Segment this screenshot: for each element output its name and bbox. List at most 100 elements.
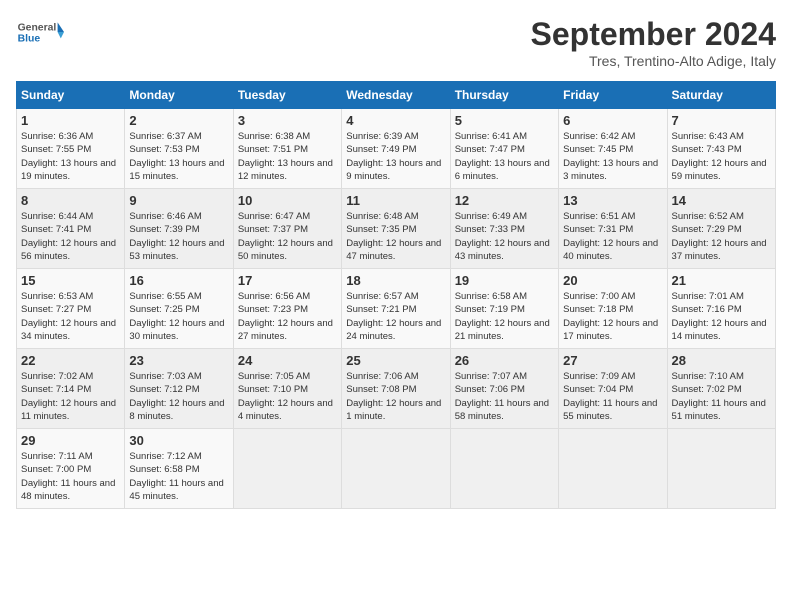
calendar-cell: 29 Sunrise: 7:11 AMSunset: 7:00 PMDaylig…	[17, 429, 125, 509]
calendar-cell	[342, 429, 450, 509]
calendar-cell: 16 Sunrise: 6:55 AMSunset: 7:25 PMDaylig…	[125, 269, 233, 349]
calendar-cell	[559, 429, 667, 509]
day-number: 28	[672, 353, 771, 368]
day-info: Sunrise: 7:00 AMSunset: 7:18 PMDaylight:…	[563, 291, 658, 342]
day-info: Sunrise: 6:38 AMSunset: 7:51 PMDaylight:…	[238, 131, 333, 182]
calendar-header-row: SundayMondayTuesdayWednesdayThursdayFrid…	[17, 82, 776, 109]
day-info: Sunrise: 7:11 AMSunset: 7:00 PMDaylight:…	[21, 451, 115, 502]
calendar-cell: 21 Sunrise: 7:01 AMSunset: 7:16 PMDaylig…	[667, 269, 775, 349]
calendar-cell	[450, 429, 558, 509]
day-number: 9	[129, 193, 228, 208]
svg-text:Blue: Blue	[18, 34, 41, 45]
day-number: 23	[129, 353, 228, 368]
calendar-cell: 17 Sunrise: 6:56 AMSunset: 7:23 PMDaylig…	[233, 269, 341, 349]
day-number: 7	[672, 113, 771, 128]
header-thursday: Thursday	[450, 82, 558, 109]
svg-text:General: General	[18, 22, 57, 33]
header-wednesday: Wednesday	[342, 82, 450, 109]
day-info: Sunrise: 7:10 AMSunset: 7:02 PMDaylight:…	[672, 371, 766, 422]
calendar-cell: 22 Sunrise: 7:02 AMSunset: 7:14 PMDaylig…	[17, 349, 125, 429]
day-info: Sunrise: 6:49 AMSunset: 7:33 PMDaylight:…	[455, 211, 550, 262]
day-number: 2	[129, 113, 228, 128]
day-number: 29	[21, 433, 120, 448]
header-friday: Friday	[559, 82, 667, 109]
day-number: 20	[563, 273, 662, 288]
day-number: 19	[455, 273, 554, 288]
day-info: Sunrise: 7:06 AMSunset: 7:08 PMDaylight:…	[346, 371, 441, 422]
day-info: Sunrise: 6:36 AMSunset: 7:55 PMDaylight:…	[21, 131, 116, 182]
calendar-cell: 3 Sunrise: 6:38 AMSunset: 7:51 PMDayligh…	[233, 109, 341, 189]
header-monday: Monday	[125, 82, 233, 109]
day-number: 13	[563, 193, 662, 208]
day-info: Sunrise: 6:58 AMSunset: 7:19 PMDaylight:…	[455, 291, 550, 342]
calendar-cell: 9 Sunrise: 6:46 AMSunset: 7:39 PMDayligh…	[125, 189, 233, 269]
day-number: 8	[21, 193, 120, 208]
calendar-cell: 24 Sunrise: 7:05 AMSunset: 7:10 PMDaylig…	[233, 349, 341, 429]
calendar-cell: 15 Sunrise: 6:53 AMSunset: 7:27 PMDaylig…	[17, 269, 125, 349]
day-info: Sunrise: 6:46 AMSunset: 7:39 PMDaylight:…	[129, 211, 224, 262]
calendar-cell: 13 Sunrise: 6:51 AMSunset: 7:31 PMDaylig…	[559, 189, 667, 269]
day-number: 24	[238, 353, 337, 368]
day-info: Sunrise: 7:02 AMSunset: 7:14 PMDaylight:…	[21, 371, 116, 422]
day-info: Sunrise: 7:03 AMSunset: 7:12 PMDaylight:…	[129, 371, 224, 422]
day-info: Sunrise: 6:57 AMSunset: 7:21 PMDaylight:…	[346, 291, 441, 342]
calendar-cell: 5 Sunrise: 6:41 AMSunset: 7:47 PMDayligh…	[450, 109, 558, 189]
day-info: Sunrise: 6:37 AMSunset: 7:53 PMDaylight:…	[129, 131, 224, 182]
calendar-week-2: 8 Sunrise: 6:44 AMSunset: 7:41 PMDayligh…	[17, 189, 776, 269]
header-saturday: Saturday	[667, 82, 775, 109]
logo: General Blue	[16, 16, 64, 48]
day-number: 11	[346, 193, 445, 208]
day-info: Sunrise: 6:41 AMSunset: 7:47 PMDaylight:…	[455, 131, 550, 182]
day-info: Sunrise: 7:01 AMSunset: 7:16 PMDaylight:…	[672, 291, 767, 342]
day-info: Sunrise: 7:12 AMSunset: 6:58 PMDaylight:…	[129, 451, 223, 502]
location-subtitle: Tres, Trentino-Alto Adige, Italy	[531, 53, 776, 69]
day-number: 3	[238, 113, 337, 128]
calendar-cell	[667, 429, 775, 509]
day-number: 27	[563, 353, 662, 368]
calendar-cell: 14 Sunrise: 6:52 AMSunset: 7:29 PMDaylig…	[667, 189, 775, 269]
calendar-cell: 12 Sunrise: 6:49 AMSunset: 7:33 PMDaylig…	[450, 189, 558, 269]
page-header: General Blue September 2024 Tres, Trenti…	[16, 16, 776, 69]
day-number: 18	[346, 273, 445, 288]
day-number: 6	[563, 113, 662, 128]
calendar-cell: 2 Sunrise: 6:37 AMSunset: 7:53 PMDayligh…	[125, 109, 233, 189]
day-info: Sunrise: 6:43 AMSunset: 7:43 PMDaylight:…	[672, 131, 767, 182]
day-number: 12	[455, 193, 554, 208]
calendar-cell: 7 Sunrise: 6:43 AMSunset: 7:43 PMDayligh…	[667, 109, 775, 189]
calendar-cell: 8 Sunrise: 6:44 AMSunset: 7:41 PMDayligh…	[17, 189, 125, 269]
day-info: Sunrise: 7:05 AMSunset: 7:10 PMDaylight:…	[238, 371, 333, 422]
day-info: Sunrise: 6:52 AMSunset: 7:29 PMDaylight:…	[672, 211, 767, 262]
month-title: September 2024	[531, 16, 776, 53]
day-info: Sunrise: 7:07 AMSunset: 7:06 PMDaylight:…	[455, 371, 549, 422]
calendar-cell: 10 Sunrise: 6:47 AMSunset: 7:37 PMDaylig…	[233, 189, 341, 269]
day-number: 4	[346, 113, 445, 128]
day-info: Sunrise: 6:47 AMSunset: 7:37 PMDaylight:…	[238, 211, 333, 262]
day-number: 10	[238, 193, 337, 208]
day-info: Sunrise: 6:53 AMSunset: 7:27 PMDaylight:…	[21, 291, 116, 342]
title-area: September 2024 Tres, Trentino-Alto Adige…	[531, 16, 776, 69]
header-sunday: Sunday	[17, 82, 125, 109]
calendar-cell: 19 Sunrise: 6:58 AMSunset: 7:19 PMDaylig…	[450, 269, 558, 349]
calendar-cell: 4 Sunrise: 6:39 AMSunset: 7:49 PMDayligh…	[342, 109, 450, 189]
calendar-cell: 6 Sunrise: 6:42 AMSunset: 7:45 PMDayligh…	[559, 109, 667, 189]
calendar-cell: 1 Sunrise: 6:36 AMSunset: 7:55 PMDayligh…	[17, 109, 125, 189]
calendar-cell: 20 Sunrise: 7:00 AMSunset: 7:18 PMDaylig…	[559, 269, 667, 349]
calendar-week-5: 29 Sunrise: 7:11 AMSunset: 7:00 PMDaylig…	[17, 429, 776, 509]
day-info: Sunrise: 6:44 AMSunset: 7:41 PMDaylight:…	[21, 211, 116, 262]
calendar-week-3: 15 Sunrise: 6:53 AMSunset: 7:27 PMDaylig…	[17, 269, 776, 349]
calendar-cell: 23 Sunrise: 7:03 AMSunset: 7:12 PMDaylig…	[125, 349, 233, 429]
calendar-table: SundayMondayTuesdayWednesdayThursdayFrid…	[16, 81, 776, 509]
day-info: Sunrise: 6:56 AMSunset: 7:23 PMDaylight:…	[238, 291, 333, 342]
day-number: 30	[129, 433, 228, 448]
logo-icon: General Blue	[16, 16, 64, 48]
day-number: 25	[346, 353, 445, 368]
calendar-week-4: 22 Sunrise: 7:02 AMSunset: 7:14 PMDaylig…	[17, 349, 776, 429]
calendar-cell: 25 Sunrise: 7:06 AMSunset: 7:08 PMDaylig…	[342, 349, 450, 429]
calendar-cell: 18 Sunrise: 6:57 AMSunset: 7:21 PMDaylig…	[342, 269, 450, 349]
day-number: 26	[455, 353, 554, 368]
calendar-cell: 28 Sunrise: 7:10 AMSunset: 7:02 PMDaylig…	[667, 349, 775, 429]
day-info: Sunrise: 6:51 AMSunset: 7:31 PMDaylight:…	[563, 211, 658, 262]
day-info: Sunrise: 7:09 AMSunset: 7:04 PMDaylight:…	[563, 371, 657, 422]
day-info: Sunrise: 6:48 AMSunset: 7:35 PMDaylight:…	[346, 211, 441, 262]
calendar-cell	[233, 429, 341, 509]
